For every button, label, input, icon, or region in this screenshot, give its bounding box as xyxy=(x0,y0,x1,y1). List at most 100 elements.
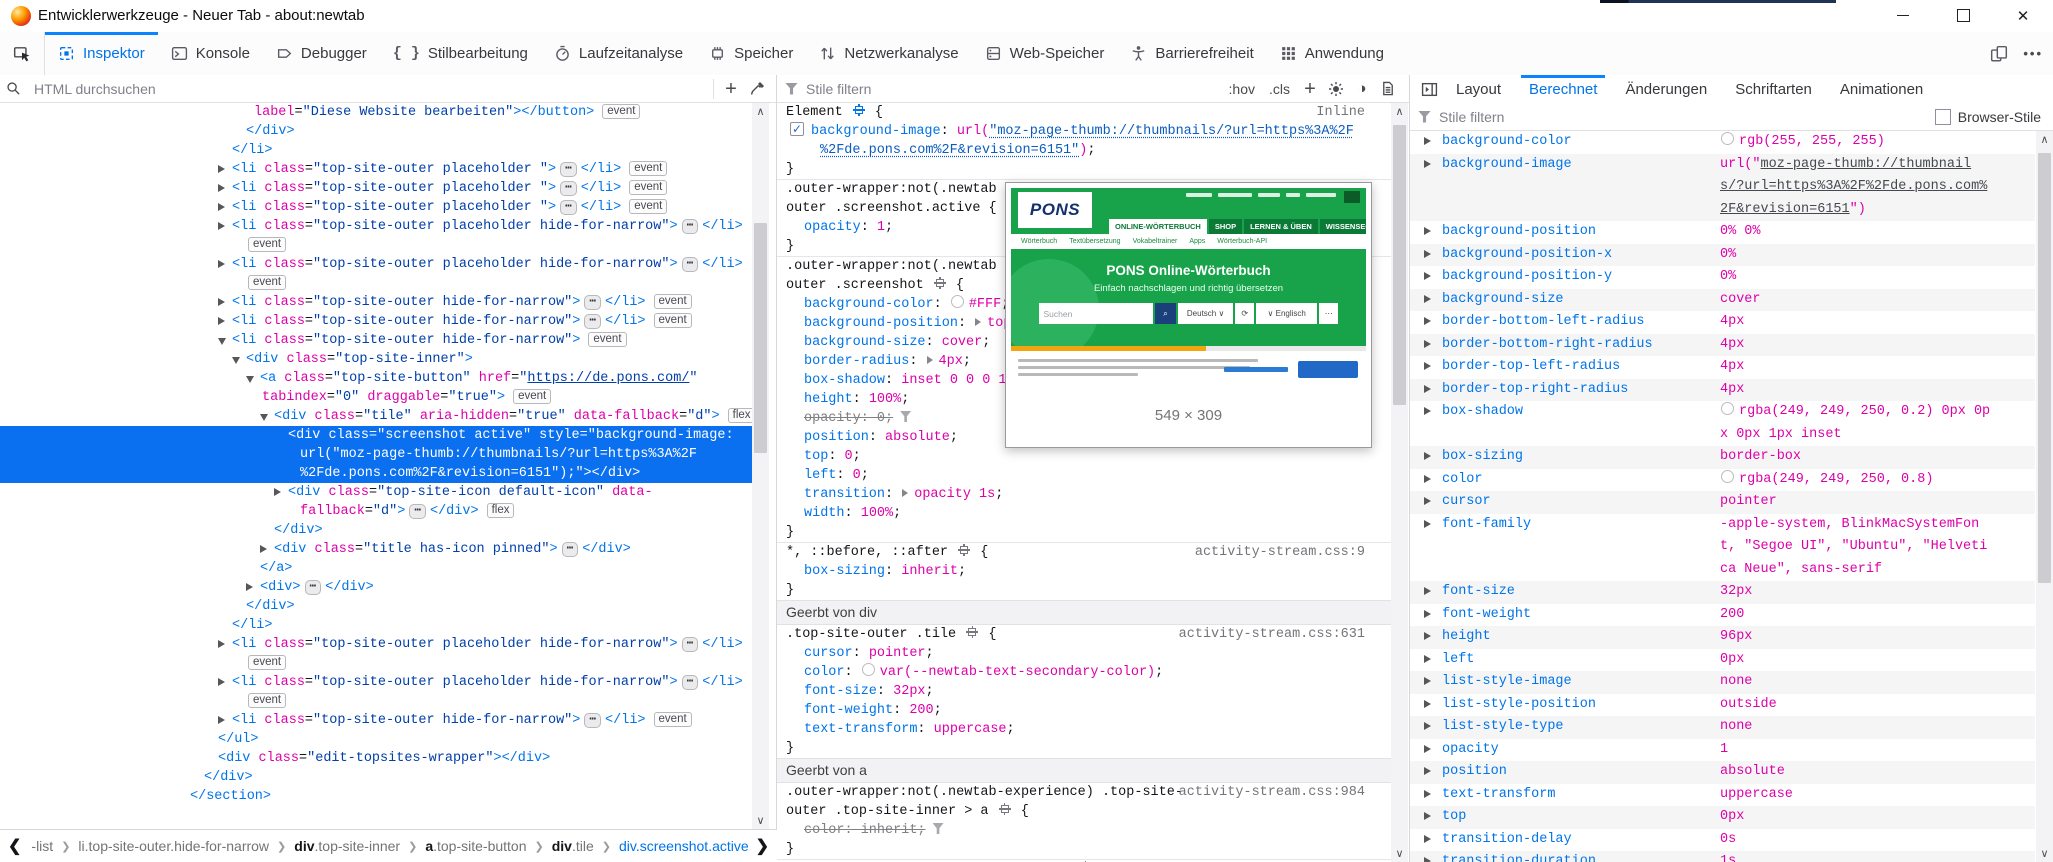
tree-node[interactable]: <div class="title has-icon pinned">⋯</di… xyxy=(0,540,752,559)
add-rule-button[interactable]: + xyxy=(1297,77,1323,101)
tree-node[interactable]: </div> xyxy=(0,597,752,616)
tree-node[interactable]: <div>⋯</div> xyxy=(0,578,752,597)
tree-node[interactable]: <div class="top-site-icon default-icon" … xyxy=(0,483,752,502)
computed-property-row[interactable]: box-shadowrgba(249, 249, 250, 0.2) 0px 0… xyxy=(1410,401,2035,446)
tree-node[interactable]: <li class="top-site-outer placeholder ">… xyxy=(0,160,752,179)
stylesheet-source-link[interactable]: activity-stream.css:984 xyxy=(1179,783,1365,802)
highlight-selector-icon[interactable] xyxy=(966,626,978,638)
sidebar-tab-schriftarten[interactable]: Schriftarten xyxy=(1721,75,1826,103)
computed-property-row[interactable]: background-position0% 0% xyxy=(1410,221,2035,244)
tree-node[interactable]: <div class="tile" aria-hidden="true" dat… xyxy=(0,407,752,426)
rule-line[interactable]: } xyxy=(777,160,1391,179)
expand-node-icon[interactable] xyxy=(260,545,267,553)
tab-barrierefreiheit[interactable]: Barrierefreiheit xyxy=(1117,32,1266,75)
tree-node[interactable]: event xyxy=(0,692,752,711)
computed-property-row[interactable]: border-top-right-radius4px xyxy=(1410,379,2035,402)
computed-property-row[interactable]: background-sizecover xyxy=(1410,289,2035,312)
expand-value-icon[interactable] xyxy=(975,318,981,326)
event-badge[interactable]: event xyxy=(629,199,667,214)
rule-line[interactable]: } xyxy=(777,840,1391,859)
tree-node[interactable]: <li class="top-site-outer hide-for-narro… xyxy=(0,331,752,350)
color-swatch[interactable] xyxy=(951,295,964,308)
expand-property-icon[interactable] xyxy=(1424,700,1431,708)
computed-property-row[interactable]: font-weight200 xyxy=(1410,604,2035,627)
event-badge[interactable]: event xyxy=(629,161,667,176)
dark-theme-icon[interactable]: ◑ xyxy=(1349,77,1375,101)
expand-property-icon[interactable] xyxy=(1424,475,1431,483)
expand-property-icon[interactable] xyxy=(1424,655,1431,663)
scrollbar-thumb[interactable] xyxy=(754,223,767,453)
rule-line[interactable]: color: var(--newtab-text-secondary-color… xyxy=(777,663,1391,682)
rule-line[interactable]: left: 0; xyxy=(777,466,1391,485)
rule-line[interactable]: width: 100%; xyxy=(777,504,1391,523)
event-badge[interactable]: event xyxy=(654,313,692,328)
expand-node-icon[interactable] xyxy=(218,203,225,211)
computed-property-row[interactable]: border-bottom-right-radius4px xyxy=(1410,334,2035,357)
tree-node[interactable]: fallback="d">⋯</div>flex xyxy=(0,502,752,521)
sidebar-tab-berechnet[interactable]: Berechnet xyxy=(1515,75,1611,103)
tab-stilbearbeitung[interactable]: { }Stilbearbeitung xyxy=(380,32,541,75)
expand-node-icon[interactable] xyxy=(218,716,225,724)
scroll-down-icon[interactable]: ∨ xyxy=(2036,845,2053,862)
breadcrumb-scroll-right-icon[interactable]: ❯ xyxy=(748,836,777,856)
collapse-node-icon[interactable] xyxy=(218,338,226,345)
computed-property-row[interactable]: text-transformuppercase xyxy=(1410,784,2035,807)
close-button[interactable]: ✕ xyxy=(2000,0,2046,31)
expand-property-icon[interactable] xyxy=(1424,317,1431,325)
collapsed-content-pill[interactable]: ⋯ xyxy=(409,504,426,519)
tab-konsole[interactable]: Konsole xyxy=(158,32,263,75)
computed-property-row[interactable]: positionabsolute xyxy=(1410,761,2035,784)
responsive-design-mode-icon[interactable] xyxy=(1985,40,2013,68)
collapsed-content-pill[interactable]: ⋯ xyxy=(584,314,601,329)
url-link[interactable]: "moz-page-thumb://thumbnails/?url=https%… xyxy=(989,124,1354,139)
breadcrumb-item[interactable]: -list xyxy=(29,838,55,854)
collapse-node-icon[interactable] xyxy=(232,357,240,364)
tab-anwendung[interactable]: Anwendung xyxy=(1267,32,1397,75)
rule-line[interactable]: } xyxy=(777,523,1391,542)
expand-node-icon[interactable] xyxy=(218,298,225,306)
expand-node-icon[interactable] xyxy=(246,583,253,591)
collapsed-content-pill[interactable]: ⋯ xyxy=(584,713,601,728)
rule-line[interactable]: } xyxy=(777,739,1391,758)
selected-tree-node[interactable]: <div class="screenshot active" style="ba… xyxy=(0,426,752,445)
expand-property-icon[interactable] xyxy=(1424,160,1431,168)
collapsed-content-pill[interactable]: ⋯ xyxy=(560,162,577,177)
tree-node[interactable]: </div> xyxy=(0,521,752,540)
computed-property-row[interactable]: font-size32px xyxy=(1410,581,2035,604)
computed-property-row[interactable]: box-sizingborder-box xyxy=(1410,446,2035,469)
collapse-node-icon[interactable] xyxy=(260,414,268,421)
tree-node[interactable]: <li class="top-site-outer placeholder hi… xyxy=(0,255,752,274)
expand-property-icon[interactable] xyxy=(1424,745,1431,753)
event-badge[interactable]: event xyxy=(654,294,692,309)
pick-element-button[interactable] xyxy=(0,32,45,75)
collapsed-content-pill[interactable]: ⋯ xyxy=(560,181,577,196)
selected-tree-node[interactable]: url("moz-page-thumb://thumbnails/?url=ht… xyxy=(0,445,752,464)
expand-property-icon[interactable] xyxy=(1424,137,1431,145)
stylesheet-source-link[interactable]: activity-stream.css:631 xyxy=(1179,625,1365,644)
expand-property-icon[interactable] xyxy=(1424,385,1431,393)
event-badge[interactable]: event xyxy=(654,712,692,727)
computed-property-row[interactable]: colorrgba(249, 249, 250, 0.8) xyxy=(1410,469,2035,492)
rule-line[interactable]: .outer-wrapper:not(.newtab-experience) .… xyxy=(777,783,1391,802)
event-badge[interactable]: event xyxy=(248,275,286,290)
collapsed-content-pill[interactable]: ⋯ xyxy=(562,542,579,557)
sidebar-tab-änderungen[interactable]: Änderungen xyxy=(1611,75,1721,103)
rule-line[interactable]: text-transform: uppercase; xyxy=(777,720,1391,739)
flex-badge[interactable]: flex xyxy=(487,503,515,518)
expand-property-icon[interactable] xyxy=(1424,632,1431,640)
tree-node[interactable]: <li class="top-site-outer placeholder hi… xyxy=(0,635,752,654)
rule-line[interactable]: font-size: 32px; xyxy=(777,682,1391,701)
expand-property-icon[interactable] xyxy=(1424,790,1431,798)
tree-node[interactable]: </div> xyxy=(0,768,752,787)
expand-property-icon[interactable] xyxy=(1424,722,1431,730)
color-swatch[interactable] xyxy=(1721,402,1734,415)
tree-node[interactable]: <li class="top-site-outer hide-for-narro… xyxy=(0,293,752,312)
sidebar-tab-animationen[interactable]: Animationen xyxy=(1826,75,1937,103)
add-node-button[interactable]: + xyxy=(718,77,744,101)
rules-scrollbar[interactable]: ∧ ∨ xyxy=(1391,103,1408,862)
stylesheet-source-link[interactable]: Inline xyxy=(1316,103,1365,122)
event-badge[interactable]: event xyxy=(248,655,286,670)
tab-debugger[interactable]: Debugger xyxy=(263,32,380,75)
event-badge[interactable]: event xyxy=(513,389,551,404)
collapsed-content-pill[interactable]: ⋯ xyxy=(682,219,699,234)
